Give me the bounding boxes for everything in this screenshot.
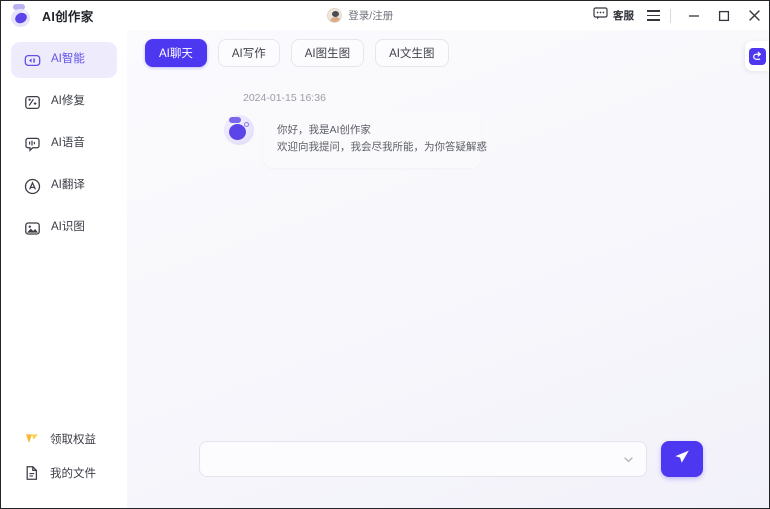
chat-bubble-icon bbox=[593, 6, 608, 25]
sidebar-bottom: 领取权益 我的文件 bbox=[1, 422, 127, 508]
chevron-down-icon[interactable] bbox=[620, 451, 636, 467]
benefits-crown-icon bbox=[24, 431, 40, 447]
sidebar-item-label: AI语音 bbox=[51, 137, 85, 150]
customer-support-button[interactable]: 客服 bbox=[587, 6, 640, 25]
tab-label: AI图生图 bbox=[304, 48, 351, 60]
sidebar-item-ai-translate[interactable]: AI翻译 bbox=[11, 168, 117, 204]
message-input[interactable] bbox=[213, 442, 620, 476]
chat-message-list[interactable]: 2024-01-15 16:36 你好，我是AI创作家 欢迎向我提问，我会尽我所… bbox=[127, 76, 769, 436]
login-register-button[interactable]: 登录/注册 bbox=[327, 8, 393, 23]
ai-voice-icon bbox=[24, 136, 41, 153]
user-avatar-icon bbox=[327, 8, 343, 23]
title-bar: AI创作家 登录/注册 客服 bbox=[1, 1, 769, 30]
sidebar-item-label: AI识图 bbox=[51, 221, 85, 234]
history-panel-toggle[interactable] bbox=[745, 41, 769, 71]
ai-creator-logo-icon bbox=[10, 4, 34, 27]
sidebar-item-benefits[interactable]: 领取权益 bbox=[1, 422, 127, 456]
tab-ai-writing[interactable]: AI写作 bbox=[217, 39, 280, 67]
composer bbox=[127, 436, 769, 508]
ai-smart-icon bbox=[24, 52, 41, 69]
tab-ai-image-to-image[interactable]: AI图生图 bbox=[290, 39, 365, 67]
sidebar-item-ai-smart[interactable]: AI智能 bbox=[11, 42, 117, 78]
sidebar-nav: AI智能 AI修复 AI语音 AI翻译 AI识图 bbox=[1, 42, 127, 249]
sidebar: AI智能 AI修复 AI语音 AI翻译 AI识图 领取权益 我的文件 bbox=[1, 30, 127, 508]
ai-image-recognize-icon bbox=[24, 220, 41, 237]
message-bubble: 你好，我是AI创作家 欢迎向我提问，我会尽我所能，为你答疑解惑 bbox=[263, 111, 487, 168]
title-bar-center: 登录/注册 bbox=[94, 8, 587, 23]
minimize-icon[interactable] bbox=[679, 2, 709, 30]
my-files-icon bbox=[24, 465, 40, 481]
hamburger-menu-icon[interactable] bbox=[640, 5, 666, 27]
titlebar-divider bbox=[670, 8, 671, 23]
send-paper-plane-icon bbox=[673, 448, 691, 471]
sidebar-item-my-files[interactable]: 我的文件 bbox=[1, 456, 127, 490]
tab-label: AI写作 bbox=[231, 48, 266, 60]
title-bar-right: 客服 bbox=[587, 2, 769, 30]
close-icon[interactable] bbox=[739, 2, 769, 30]
app-title: AI创作家 bbox=[42, 10, 94, 24]
sidebar-item-label: AI修复 bbox=[51, 95, 85, 108]
sidebar-item-label: AI智能 bbox=[51, 53, 85, 66]
tab-label: AI文生图 bbox=[389, 48, 435, 60]
sidebar-item-ai-repair[interactable]: AI修复 bbox=[11, 84, 117, 120]
app-window: AI创作家 登录/注册 客服 AI智能 AI修复 AI语音 AI翻译 AI识图 … bbox=[0, 0, 770, 509]
ai-translate-icon bbox=[24, 178, 41, 195]
tab-bar: AI聊天 AI写作 AI图生图 AI文生图 bbox=[127, 30, 769, 76]
tab-label: AI聊天 bbox=[159, 48, 193, 60]
sidebar-item-label: 我的文件 bbox=[50, 468, 96, 480]
history-undo-icon bbox=[748, 47, 766, 65]
chat-message-bot: 你好，我是AI创作家 欢迎向我提问，我会尽我所能，为你答疑解惑 bbox=[151, 111, 745, 168]
tab-ai-chat[interactable]: AI聊天 bbox=[145, 39, 207, 67]
bot-avatar-icon bbox=[224, 115, 254, 145]
send-button[interactable] bbox=[661, 441, 703, 477]
tab-ai-text-to-image[interactable]: AI文生图 bbox=[375, 39, 449, 67]
message-line-2: 欢迎向我提问，我会尽我所能，为你答疑解惑 bbox=[277, 141, 487, 153]
window-body: AI智能 AI修复 AI语音 AI翻译 AI识图 领取权益 我的文件 AI聊天 … bbox=[1, 30, 769, 508]
sidebar-item-label: 领取权益 bbox=[50, 434, 96, 446]
customer-support-label: 客服 bbox=[613, 10, 634, 22]
sidebar-item-ai-image-recognize[interactable]: AI识图 bbox=[11, 210, 117, 246]
message-timestamp: 2024-01-15 16:36 bbox=[243, 92, 326, 104]
title-bar-left: AI创作家 bbox=[1, 4, 94, 27]
message-line-1: 你好，我是AI创作家 bbox=[277, 124, 371, 136]
sidebar-item-label: AI翻译 bbox=[51, 179, 85, 192]
login-register-label: 登录/注册 bbox=[348, 10, 394, 22]
sidebar-item-ai-voice[interactable]: AI语音 bbox=[11, 126, 117, 162]
main-panel: AI聊天 AI写作 AI图生图 AI文生图 2024-01-15 16:36 你… bbox=[127, 30, 769, 508]
ai-repair-icon bbox=[24, 94, 41, 111]
maximize-icon[interactable] bbox=[709, 2, 739, 30]
message-input-shell[interactable] bbox=[199, 441, 647, 477]
